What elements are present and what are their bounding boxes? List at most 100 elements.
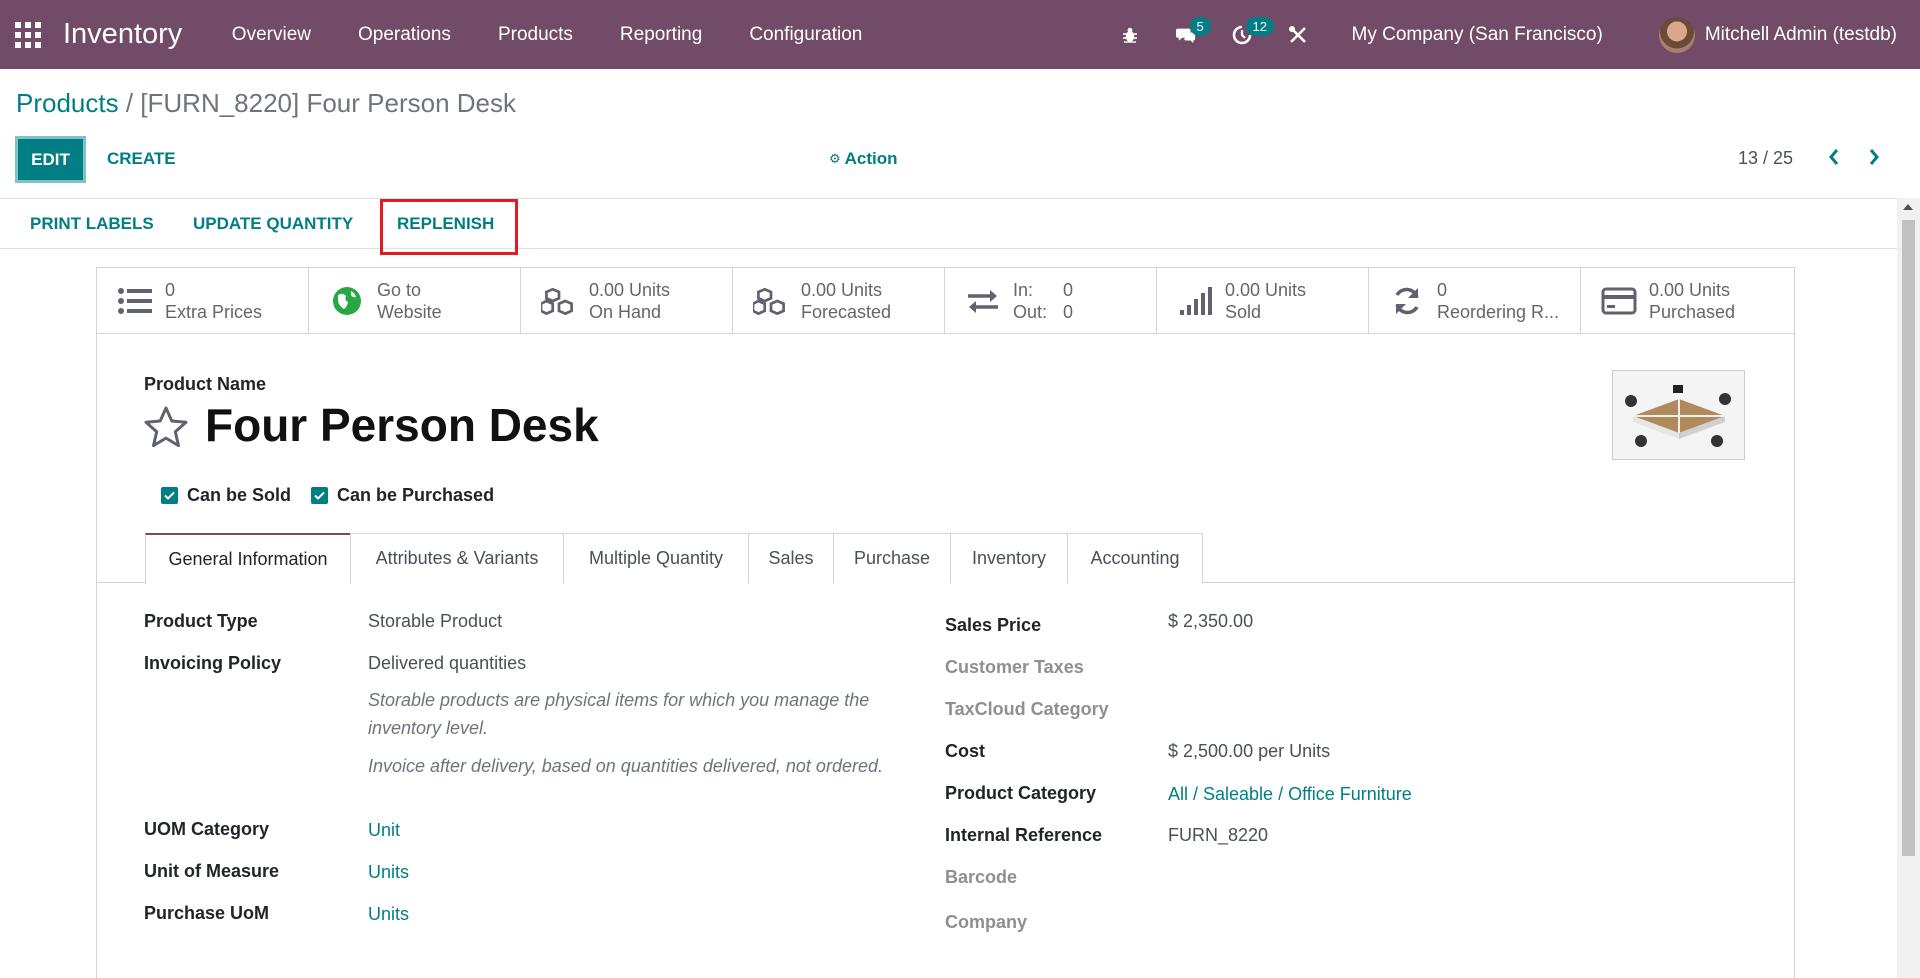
can-be-purchased-checkbox[interactable] xyxy=(311,487,329,504)
sold-value: 0.00 Units xyxy=(1225,280,1307,300)
can-be-sold-option: Can be Sold xyxy=(161,485,291,506)
menu-operations[interactable]: Operations xyxy=(334,24,474,46)
app-name[interactable]: Inventory xyxy=(63,18,182,51)
unit-of-measure-label: Unit of Measure xyxy=(144,861,280,881)
menu-reporting[interactable]: Reporting xyxy=(596,24,725,46)
tab-inventory[interactable]: Inventory xyxy=(950,533,1068,583)
tab-accounting[interactable]: Accounting xyxy=(1067,533,1203,583)
purchased-value: 0.00 Units xyxy=(1649,280,1731,300)
website-line2: Website xyxy=(377,302,442,322)
notebook-tabs: General Information Attributes & Variant… xyxy=(97,533,1794,584)
can-be-sold-checkbox[interactable] xyxy=(161,487,178,504)
can-be-purchased-option: Can be Purchased xyxy=(311,485,494,506)
on-hand-button[interactable]: 0.00 Units On Hand xyxy=(521,268,733,334)
smart-buttons: 0 Extra Prices Go to Website 0.00 Units On … xyxy=(97,268,1794,334)
menu-overview[interactable]: Overview xyxy=(208,24,334,46)
pager-value[interactable]: 13 / 25 xyxy=(1738,148,1793,169)
invoicing-policy-help: Invoice after delivery, based on quantit… xyxy=(368,756,883,776)
company-switcher[interactable]: My Company (San Francisco) xyxy=(1352,24,1603,46)
activities-icon[interactable]: 12 xyxy=(1232,16,1274,45)
extra-prices-label: Extra Prices xyxy=(165,302,263,322)
scrollbar[interactable] xyxy=(1897,198,1920,978)
can-be-sold-label: Can be Sold xyxy=(187,485,292,505)
globe-icon xyxy=(329,285,365,317)
tools-icon[interactable] xyxy=(1288,25,1308,45)
in-out-button[interactable]: In: 0 Out: 0 xyxy=(945,268,1157,334)
list-icon xyxy=(117,285,153,317)
systray: 5 12 My Company (San Francisco) Mitchell… xyxy=(1120,0,1920,69)
product-category-link[interactable]: All / Saleable / Office Furniture xyxy=(1168,784,1412,805)
sold-label: Sold xyxy=(1225,302,1262,322)
product-name-label: Product Name xyxy=(144,374,267,394)
messages-icon[interactable]: 5 xyxy=(1175,16,1211,45)
breadcrumb-current: [FURN_8220] Four Person Desk xyxy=(140,88,516,118)
purchased-button[interactable]: 0.00 Units Purchased xyxy=(1581,268,1793,334)
exchange-icon xyxy=(965,285,1001,317)
action-dropdown[interactable]: ⚙ Action xyxy=(829,149,898,169)
in-value: 0 xyxy=(1063,280,1074,300)
unit-of-measure-link[interactable]: Units xyxy=(368,862,409,883)
activities-badge: 12 xyxy=(1245,16,1274,36)
cubes-icon xyxy=(753,285,789,317)
barcode-label: Barcode xyxy=(945,867,1018,887)
product-category-label: Product Category xyxy=(945,783,1097,803)
product-name[interactable]: Four Person Desk xyxy=(205,398,599,452)
cost-field[interactable]: $ 2,500.00 per Units xyxy=(1168,741,1330,762)
invoicing-policy-field[interactable]: Delivered quantities xyxy=(368,653,526,674)
menu-configuration[interactable]: Configuration xyxy=(726,24,886,46)
apps-menu-icon[interactable] xyxy=(15,21,41,48)
product-image[interactable] xyxy=(1612,370,1745,460)
breadcrumb-products[interactable]: Products xyxy=(16,88,119,118)
purchase-uom-label: Purchase UoM xyxy=(144,903,270,923)
reordering-value: 0 xyxy=(1437,280,1448,300)
menu-products[interactable]: Products xyxy=(474,24,596,46)
in-label: In: xyxy=(1013,280,1034,300)
purchased-label: Purchased xyxy=(1649,302,1736,322)
form-sheet: 0 Extra Prices Go to Website 0.00 Units On … xyxy=(96,267,1795,978)
can-be-purchased-label: Can be Purchased xyxy=(337,485,495,505)
sales-price-label: Sales Price xyxy=(945,615,1042,635)
sold-button[interactable]: 0.00 Units Sold xyxy=(1157,268,1369,334)
extra-prices-value: 0 xyxy=(165,280,176,300)
extra-prices-button[interactable]: 0 Extra Prices xyxy=(97,268,309,334)
on-hand-value: 0.00 Units xyxy=(589,280,671,300)
go-to-website-button[interactable]: Go to Website xyxy=(309,268,521,334)
scroll-up-icon[interactable] xyxy=(1903,204,1913,210)
edit-button[interactable]: EDIT xyxy=(15,136,86,183)
scroll-thumb[interactable] xyxy=(1902,220,1915,856)
forecasted-button[interactable]: 0.00 Units Forecasted xyxy=(733,268,945,334)
tab-multiple-quantity[interactable]: Multiple Quantity xyxy=(563,533,749,583)
main-menu: Overview Operations Products Reporting C… xyxy=(208,24,886,46)
product-type-field[interactable]: Storable Product xyxy=(368,611,502,632)
pager-previous-icon[interactable] xyxy=(1824,145,1844,169)
purchase-uom-link[interactable]: Units xyxy=(368,904,409,925)
user-menu[interactable]: Mitchell Admin (testdb) xyxy=(1658,16,1897,53)
reordering-rules-button[interactable]: 0 Reordering R... xyxy=(1369,268,1581,334)
customer-taxes-label: Customer Taxes xyxy=(945,657,1084,677)
action-label: Action xyxy=(844,149,898,168)
avatar xyxy=(1658,16,1695,53)
tab-attributes-variants[interactable]: Attributes & Variants xyxy=(350,533,564,583)
internal-reference-field[interactable]: FURN_8220 xyxy=(1168,825,1268,846)
product-options: Can be Sold Can be Purchased xyxy=(161,485,514,506)
signal-icon xyxy=(1177,285,1213,317)
print-labels-button[interactable]: PRINT LABELS xyxy=(30,214,154,234)
uom-category-link[interactable]: Unit xyxy=(368,820,400,841)
on-hand-label: On Hand xyxy=(589,302,662,322)
bug-icon[interactable] xyxy=(1120,25,1140,45)
pager-next-icon[interactable] xyxy=(1864,145,1884,169)
update-quantity-button[interactable]: UPDATE QUANTITY xyxy=(193,214,353,234)
refresh-icon xyxy=(1389,285,1425,317)
gear-icon: ⚙ xyxy=(829,151,841,166)
top-navbar: Inventory Overview Operations Products R… xyxy=(0,0,1920,69)
replenish-highlight-box xyxy=(380,199,518,255)
favorite-star-icon[interactable] xyxy=(143,405,189,454)
tab-purchase[interactable]: Purchase xyxy=(833,533,951,583)
messages-badge: 5 xyxy=(1189,16,1211,36)
tab-general-information[interactable]: General Information xyxy=(145,533,351,584)
sales-price-field[interactable]: $ 2,350.00 xyxy=(1168,611,1253,632)
cost-value: $ 2,500.00 xyxy=(1168,741,1254,761)
tab-sales[interactable]: Sales xyxy=(748,533,834,583)
website-line1: Go to xyxy=(377,280,422,300)
create-button[interactable]: CREATE xyxy=(107,149,176,169)
